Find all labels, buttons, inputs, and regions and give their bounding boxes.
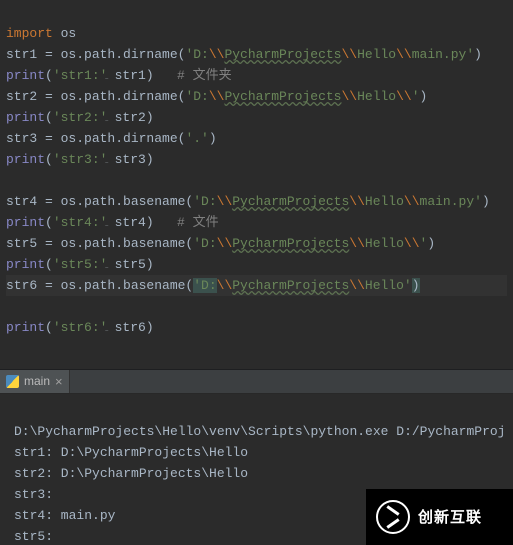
code-line: str1 = os.path.dirname('D:\\PycharmProje… — [6, 47, 482, 62]
code-line: print('str4:'str4) # 文件 — [6, 215, 219, 230]
code-line: print('str1:'str1) # 文件夹 — [6, 68, 232, 83]
watermark: 创新互联 — [366, 489, 513, 545]
tab-label: main — [24, 371, 50, 392]
code-line-active: str6 = os.path.basename('D:\\PycharmProj… — [6, 275, 507, 296]
code-line: str3 = os.path.dirname('.') — [6, 131, 217, 146]
blank-line — [6, 341, 14, 356]
console-line: str3: — [14, 487, 53, 502]
console-line: str5: — [14, 529, 53, 544]
code-line: import os — [6, 26, 76, 41]
close-icon[interactable]: × — [55, 375, 63, 388]
code-line: print('str6:'str6) — [6, 320, 154, 335]
code-line: print('str2:'str2) — [6, 110, 154, 125]
python-file-icon — [6, 375, 19, 388]
watermark-text: 创新互联 — [418, 507, 482, 528]
console-line: str2: D:\PycharmProjects\Hello — [14, 466, 248, 481]
code-line: str5 = os.path.basename('D:\\PycharmProj… — [6, 236, 435, 251]
console-line: str4: main.py — [14, 508, 115, 523]
code-editor[interactable]: import os str1 = os.path.dirname('D:\\Py… — [0, 0, 513, 369]
watermark-logo-icon — [376, 500, 410, 534]
code-line: str4 = os.path.basename('D:\\PycharmProj… — [6, 194, 490, 209]
console-line: D:\PycharmProjects\Hello\venv\Scripts\py… — [14, 424, 505, 439]
code-line: print('str5:'str5) — [6, 257, 154, 272]
console-line: str1: D:\PycharmProjects\Hello — [14, 445, 248, 460]
code-line: print('str3:'str3) — [6, 152, 154, 167]
code-line: str2 = os.path.dirname('D:\\PycharmProje… — [6, 89, 427, 104]
run-tabbar: main × — [0, 369, 513, 394]
blank-line — [6, 173, 14, 188]
tab-main[interactable]: main × — [0, 370, 70, 393]
